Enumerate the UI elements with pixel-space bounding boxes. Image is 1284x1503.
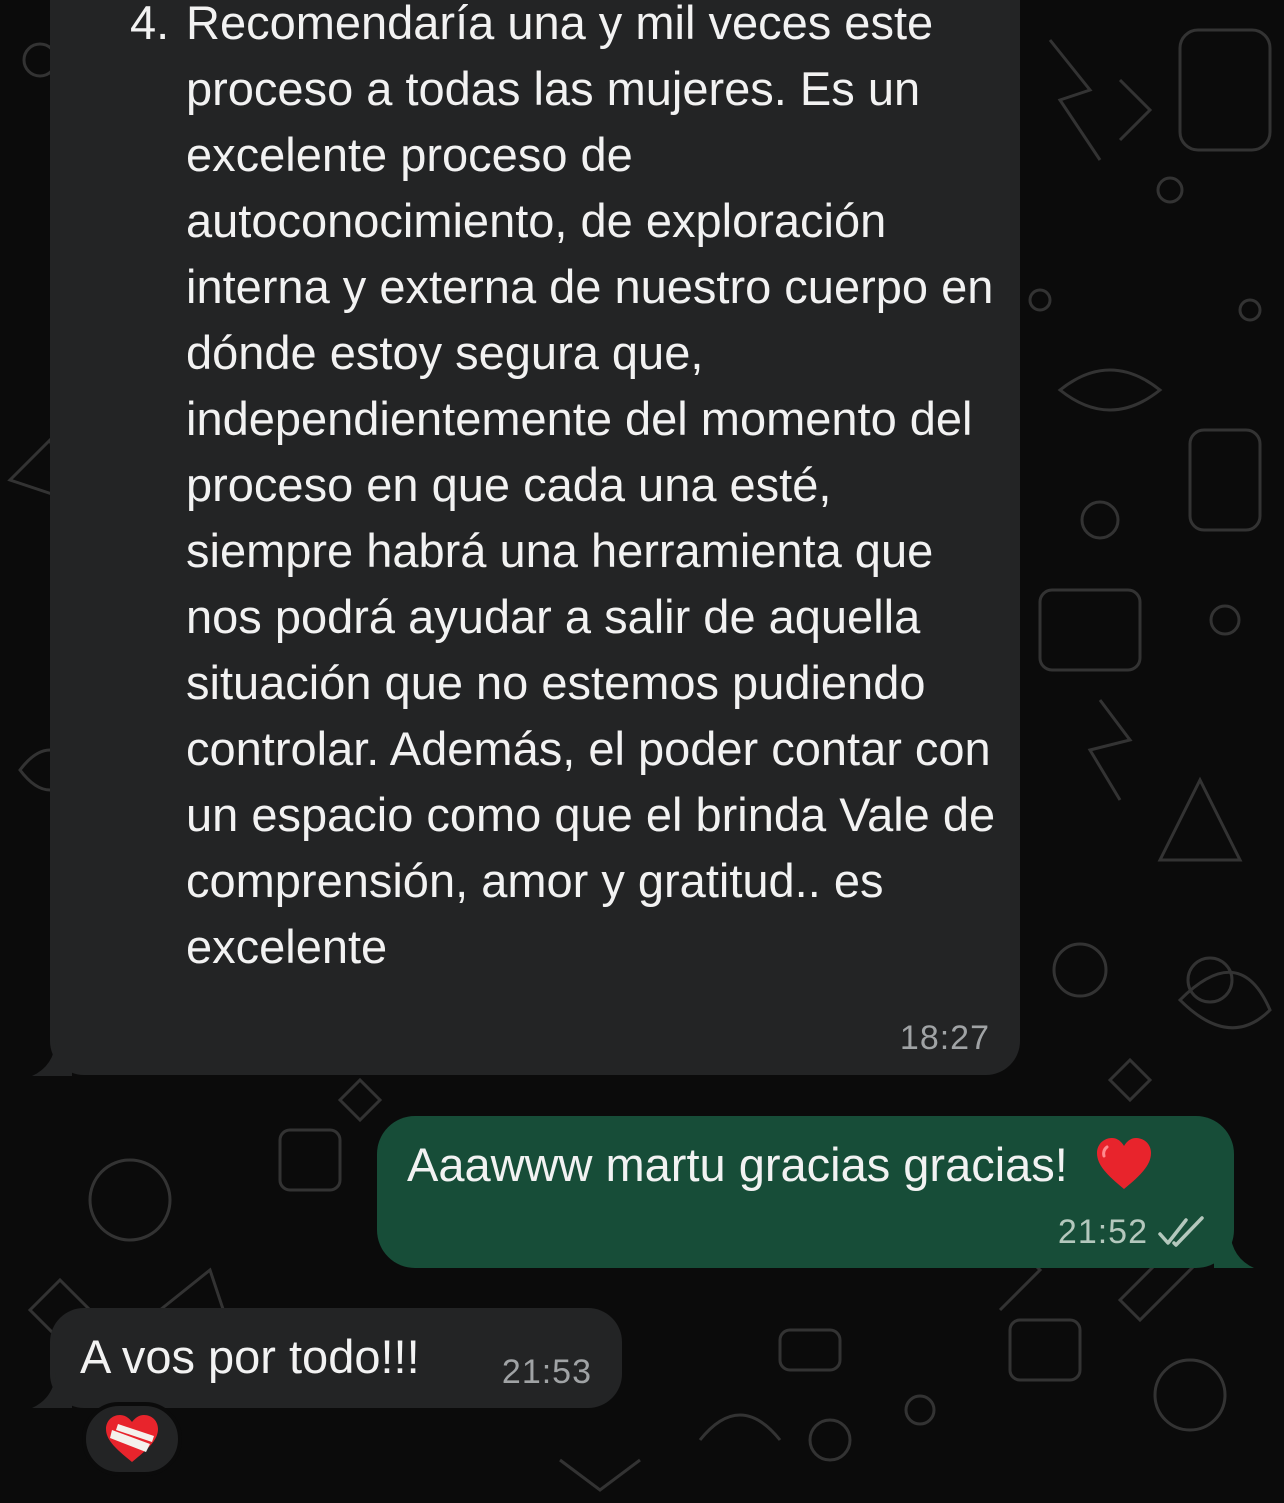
message-text-row: Aaawww martu gracias gracias! xyxy=(407,1132,1153,1198)
message-timestamp: 21:52 xyxy=(1057,1213,1148,1251)
message-text: Aaawww martu gracias gracias! xyxy=(407,1138,1068,1191)
message-text: Recomendaría una y mil veces este proces… xyxy=(186,0,996,973)
bubble-tail-incoming xyxy=(32,1040,72,1076)
message-bubble-outgoing[interactable]: Aaawww martu gracias gracias! 21:52 xyxy=(377,1116,1234,1268)
message-bubble-incoming[interactable]: 4. Recomendaría una y mil veces este pro… xyxy=(50,0,1020,1075)
read-double-check-icon xyxy=(1158,1216,1204,1247)
message-timestamp: 18:27 xyxy=(899,1019,990,1057)
list-number: 4. xyxy=(130,0,170,49)
red-heart-icon xyxy=(1096,1138,1151,1189)
mending-heart-icon xyxy=(106,1415,158,1462)
reaction-badge[interactable] xyxy=(82,1402,182,1476)
message-bubble-incoming[interactable]: A vos por todo!!! 21:53 xyxy=(50,1308,622,1408)
message-text-block: 4. Recomendaría una y mil veces este pro… xyxy=(130,0,1010,980)
bubble-tail-outgoing xyxy=(1214,1232,1254,1268)
bubble-tail-incoming xyxy=(32,1372,72,1408)
message-timestamp: 21:53 xyxy=(501,1353,592,1391)
message-text: A vos por todo!!! xyxy=(80,1330,420,1383)
